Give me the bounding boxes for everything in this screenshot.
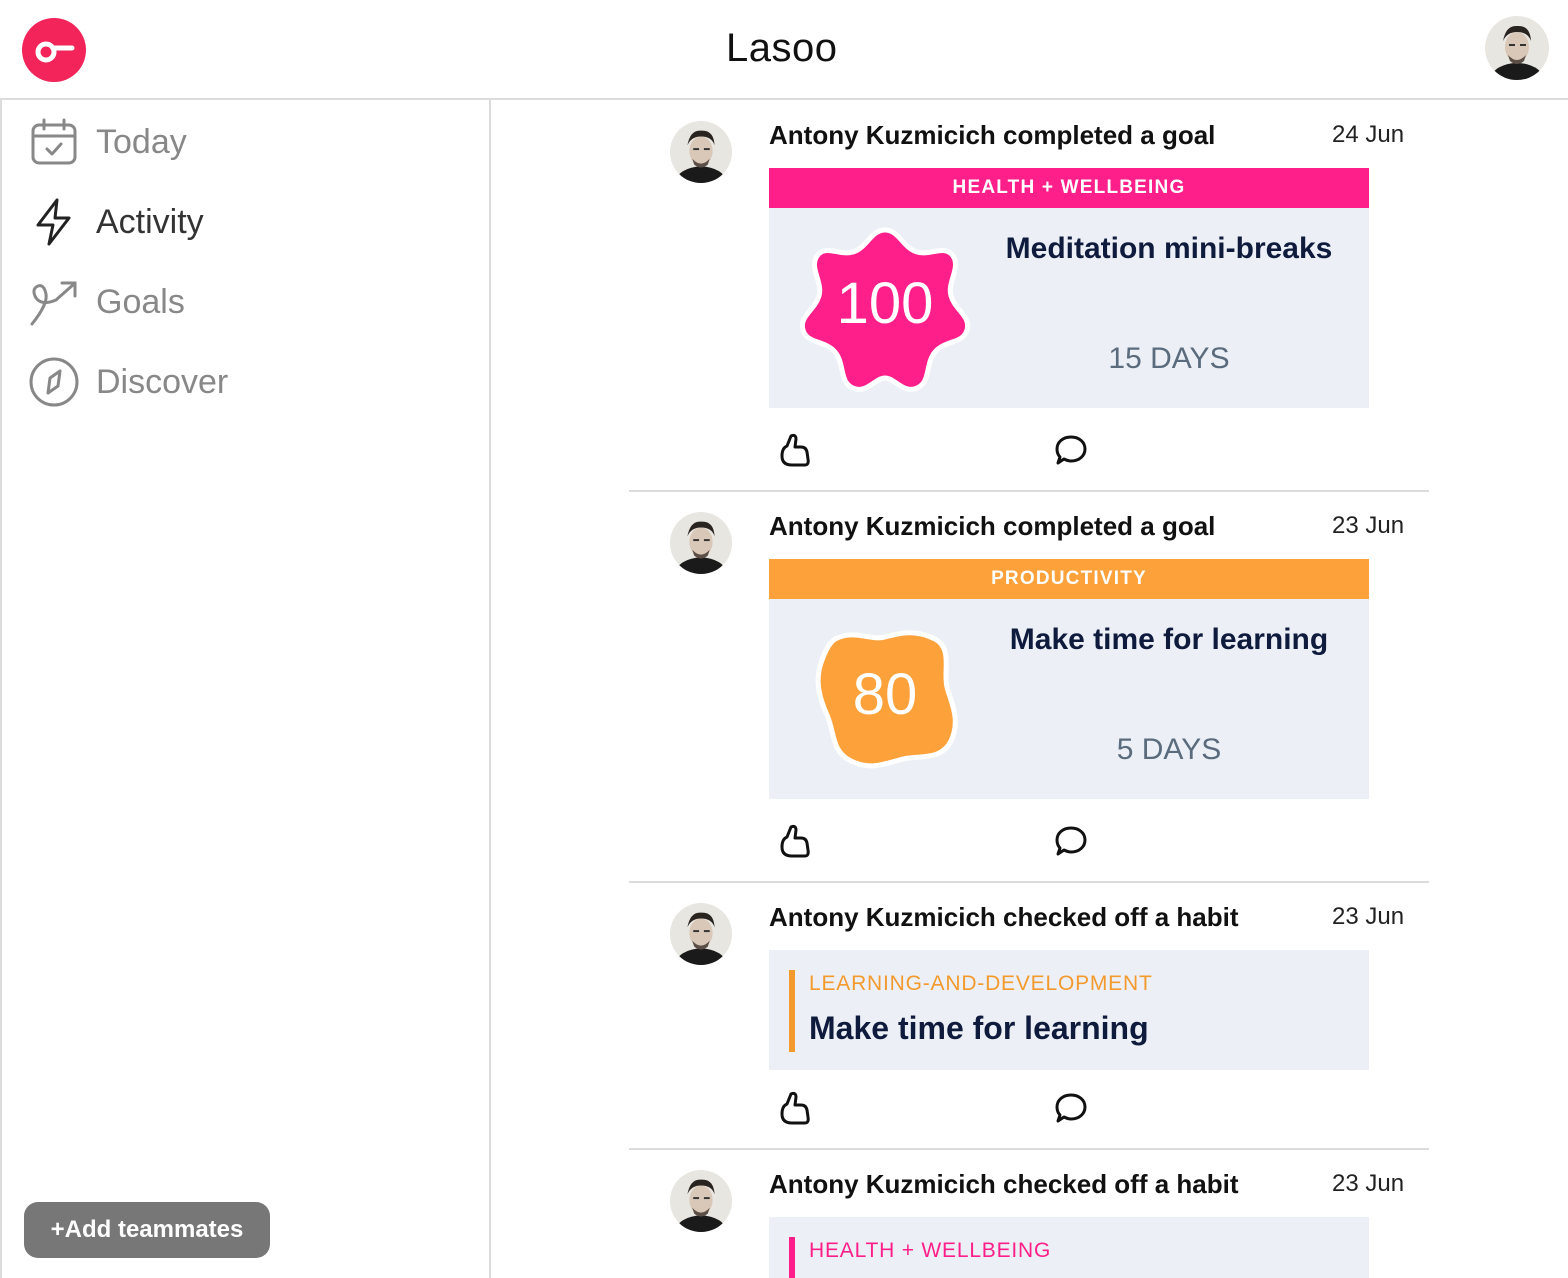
feed-post: Antony Kuzmicich checked off a habit 23 … [629, 1149, 1429, 1278]
post-title: Antony Kuzmicich completed a goal [769, 120, 1216, 150]
compass-icon [26, 354, 82, 410]
category-banner: HEALTH + WELLBEING [769, 168, 1369, 208]
speech-bubble-icon [1055, 435, 1087, 465]
post-date: 23 Jun [1332, 512, 1405, 539]
calendar-check-icon [26, 114, 82, 170]
comment-button[interactable] [1051, 821, 1091, 861]
profile-avatar[interactable] [1484, 15, 1550, 81]
goal-arrow-icon [26, 274, 82, 330]
post-date: 23 Jun [1332, 903, 1405, 930]
like-button[interactable] [775, 821, 815, 861]
goal-card[interactable]: 80 Make time for learning 5 DAYS [769, 599, 1369, 799]
top-header: Lasoo [0, 0, 1568, 100]
speech-bubble-icon [1055, 1093, 1087, 1123]
sidebar-item-label: Goals [96, 282, 185, 321]
brand-wordmark: Lasoo [726, 26, 838, 70]
user-avatar[interactable] [669, 1169, 733, 1233]
comment-button[interactable] [1051, 1088, 1091, 1128]
sidebar-item-activity[interactable]: Activity [26, 192, 204, 252]
post-title: Antony Kuzmicich completed a goal [769, 511, 1216, 541]
add-teammates-button[interactable]: +Add teammates [24, 1202, 270, 1258]
goal-name: Make time for learning [1009, 623, 1329, 656]
sidebar-item-goals[interactable]: Goals [26, 272, 185, 332]
sidebar: Today Activity Goals Discover +Add teamm… [0, 100, 491, 1278]
post-date: 24 Jun [1332, 121, 1405, 148]
habit-card[interactable]: HEALTH + WELLBEING [769, 1217, 1369, 1278]
user-avatar[interactable] [669, 902, 733, 966]
post-date: 23 Jun [1332, 1170, 1405, 1197]
like-button[interactable] [775, 1088, 815, 1128]
like-button[interactable] [775, 430, 815, 470]
user-avatar[interactable] [669, 120, 733, 184]
goal-duration: 15 DAYS [1108, 342, 1230, 375]
thumbs-up-icon [780, 433, 810, 467]
badge-value: 100 [836, 271, 934, 336]
sidebar-item-label: Activity [96, 202, 204, 241]
feed-post: Antony Kuzmicich completed a goal 23 Jun… [629, 491, 1429, 883]
sidebar-item-today[interactable]: Today [26, 112, 187, 172]
goal-duration: 5 DAYS [1116, 733, 1222, 766]
speech-bubble-icon [1055, 826, 1087, 856]
habit-name: Make time for learning [809, 1010, 1149, 1046]
lightning-icon [26, 194, 82, 250]
comment-button[interactable] [1051, 430, 1091, 470]
category-color-strip [789, 970, 795, 1052]
goal-name: Meditation mini-breaks [1005, 232, 1333, 265]
badge-value: 80 [852, 662, 918, 727]
feed-post: Antony Kuzmicich checked off a habit 23 … [629, 882, 1429, 1150]
activity-feed: Antony Kuzmicich completed a goal 24 Jun… [493, 100, 1568, 1278]
sidebar-item-label: Today [96, 122, 187, 161]
category-color-strip [789, 1237, 795, 1278]
post-title: Antony Kuzmicich checked off a habit [769, 1169, 1239, 1199]
habit-card[interactable]: LEARNING-AND-DEVELOPMENT Make time for l… [769, 950, 1369, 1070]
post-title: Antony Kuzmicich checked off a habit [769, 902, 1239, 932]
sidebar-item-discover[interactable]: Discover [26, 352, 228, 412]
lasoo-logo-button[interactable] [22, 18, 86, 82]
feed-post: Antony Kuzmicich completed a goal 24 Jun… [629, 100, 1429, 492]
lasoo-logo-icon [35, 41, 75, 63]
category-banner: PRODUCTIVITY [769, 559, 1369, 599]
sidebar-item-label: Discover [96, 362, 229, 401]
thumbs-up-icon [780, 1091, 810, 1125]
user-avatar[interactable] [669, 511, 733, 575]
habit-category: HEALTH + WELLBEING [809, 1239, 1052, 1262]
goal-card[interactable]: 100 Meditation mini-breaks 15 DAYS [769, 208, 1369, 408]
thumbs-up-icon [780, 824, 810, 858]
habit-category: LEARNING-AND-DEVELOPMENT [809, 972, 1153, 995]
